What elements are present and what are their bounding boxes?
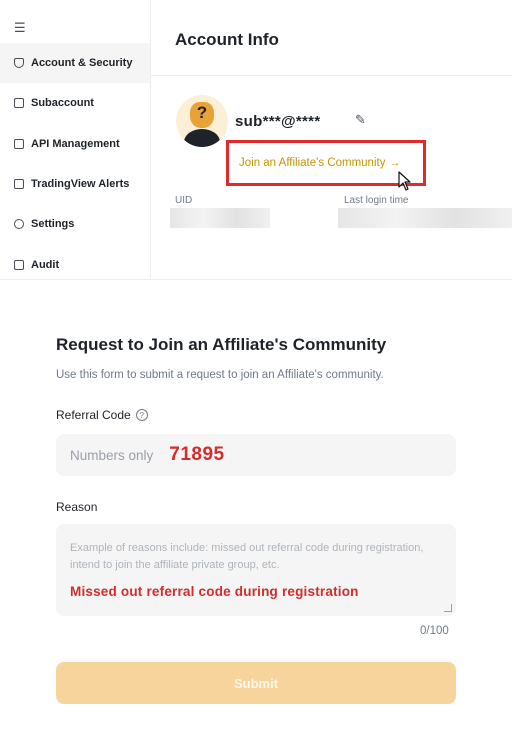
arrow-right-icon: → (389, 157, 401, 169)
page-title: Account Info (175, 30, 279, 49)
sidebar: ☰ Account & Security Subaccount API Mana… (0, 0, 151, 280)
avatar[interactable]: ? (176, 95, 228, 147)
sidebar-item-tradingview-alerts[interactable]: TradingView Alerts (0, 164, 150, 204)
menu-icon[interactable]: ☰ (14, 20, 26, 36)
sidebar-item-api-management[interactable]: API Management (0, 124, 150, 164)
join-affiliate-community-link[interactable]: Join an Affiliate's Community → (226, 140, 426, 186)
sidebar-item-label: Settings (31, 218, 75, 230)
referral-code-label: Referral Code ? (56, 408, 148, 422)
sidebar-item-label: API Management (31, 138, 120, 150)
uid-label: UID (175, 195, 193, 206)
referral-code-input[interactable]: Numbers only 71895 (56, 434, 456, 476)
char-count: 0/100 (420, 625, 449, 637)
reason-textarea[interactable]: Example of reasons include: missed out r… (56, 524, 456, 616)
form-title: Request to Join an Affiliate's Community (56, 335, 387, 354)
reason-placeholder: Example of reasons include: missed out r… (70, 542, 424, 571)
referral-code-annotation: 71895 (169, 444, 225, 465)
sidebar-item-label: Account & Security (31, 57, 133, 69)
sidebar-item-settings[interactable]: Settings (0, 204, 150, 244)
last-login-value-blurred (338, 208, 512, 228)
sidebar-item-audit[interactable]: Audit (0, 245, 150, 285)
referral-placeholder: Numbers only (70, 447, 154, 463)
reason-label: Reason (56, 500, 98, 514)
mouse-cursor-icon (398, 171, 411, 191)
sidebar-item-label: Subaccount (31, 97, 94, 109)
reason-annotation: Missed out referral code during registra… (70, 584, 359, 599)
tradingview-icon (14, 179, 24, 189)
uid-value-blurred (170, 208, 270, 228)
subaccount-icon (14, 98, 24, 108)
last-login-label: Last login time (344, 195, 409, 206)
submit-button[interactable]: Submit (56, 662, 456, 704)
form-description: Use this form to submit a request to joi… (56, 369, 384, 381)
shield-icon (14, 58, 24, 68)
resize-handle[interactable] (444, 604, 452, 612)
clipboard-icon (14, 260, 24, 270)
pencil-icon[interactable]: ✎ (355, 112, 366, 128)
gear-icon (14, 219, 24, 229)
join-affiliate-label: Join an Affiliate's Community (239, 157, 386, 169)
help-icon[interactable]: ? (135, 409, 148, 421)
sidebar-item-account-security[interactable]: Account & Security (0, 43, 150, 83)
sidebar-item-subaccount[interactable]: Subaccount (0, 83, 150, 123)
divider (151, 75, 512, 76)
api-icon (14, 139, 24, 149)
sidebar-item-label: TradingView Alerts (31, 178, 130, 190)
account-panel: ☰ Account & Security Subaccount API Mana… (0, 0, 512, 280)
username: sub***@**** (235, 113, 321, 130)
sidebar-item-label: Audit (31, 259, 60, 271)
